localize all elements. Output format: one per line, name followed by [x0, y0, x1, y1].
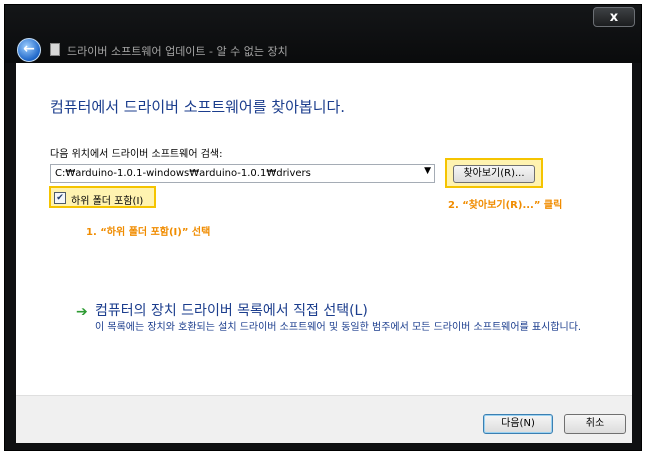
dialog-footer: 다음(N) 취소 [16, 395, 632, 443]
back-button[interactable]: ← [17, 38, 41, 62]
back-arrow-icon: ← [23, 41, 35, 57]
include-subfolders-checkbox[interactable]: ✔ [54, 192, 66, 204]
content-panel: 컴퓨터에서 드라이버 소프트웨어를 찾아봅니다. 다음 위치에서 드라이버 소프… [16, 63, 632, 395]
cancel-button[interactable]: 취소 [564, 414, 626, 434]
page-heading: 컴퓨터에서 드라이버 소프트웨어를 찾아봅니다. [50, 98, 346, 116]
include-subfolders-label[interactable]: 하위 폴더 포함(I) [71, 192, 143, 207]
path-combobox[interactable]: C:₩arduino-1.0.1-windows₩arduino-1.0.1₩d… [50, 164, 435, 183]
close-icon: x [609, 10, 619, 25]
window-title: 드라이버 소프트웨어 업데이트 - 알 수 없는 장치 [67, 45, 288, 58]
callout-step-2: 2. “찾아보기(R)...” 클릭 [448, 200, 563, 211]
green-arrow-icon: ➔ [76, 304, 88, 320]
search-location-label: 다음 위치에서 드라이버 소프트웨어 검색: [50, 149, 223, 160]
pick-from-list-description: 이 목록에는 장치와 호환되는 설치 드라이버 소프트웨어 및 동일한 범주에서… [95, 322, 582, 333]
pick-from-list-link[interactable]: 컴퓨터의 장치 드라이버 목록에서 직접 선택(L) [95, 300, 368, 320]
app-window-icon [50, 43, 60, 56]
callout-step-1: 1. “하위 폴더 포함(I)” 선택 [86, 227, 211, 238]
close-button[interactable]: x [593, 7, 635, 27]
next-button[interactable]: 다음(N) [483, 414, 553, 434]
browse-button[interactable]: 찾아보기(R)... [453, 165, 535, 183]
title-bar: x ← 드라이버 소프트웨어 업데이트 - 알 수 없는 장치 [5, 5, 641, 63]
checkmark-icon: ✔ [56, 193, 64, 203]
driver-update-dialog: x ← 드라이버 소프트웨어 업데이트 - 알 수 없는 장치 컴퓨터에서 드라… [4, 4, 642, 451]
path-value: C:₩arduino-1.0.1-windows₩arduino-1.0.1₩d… [55, 168, 311, 179]
chevron-down-icon[interactable]: ▼ [424, 166, 431, 176]
